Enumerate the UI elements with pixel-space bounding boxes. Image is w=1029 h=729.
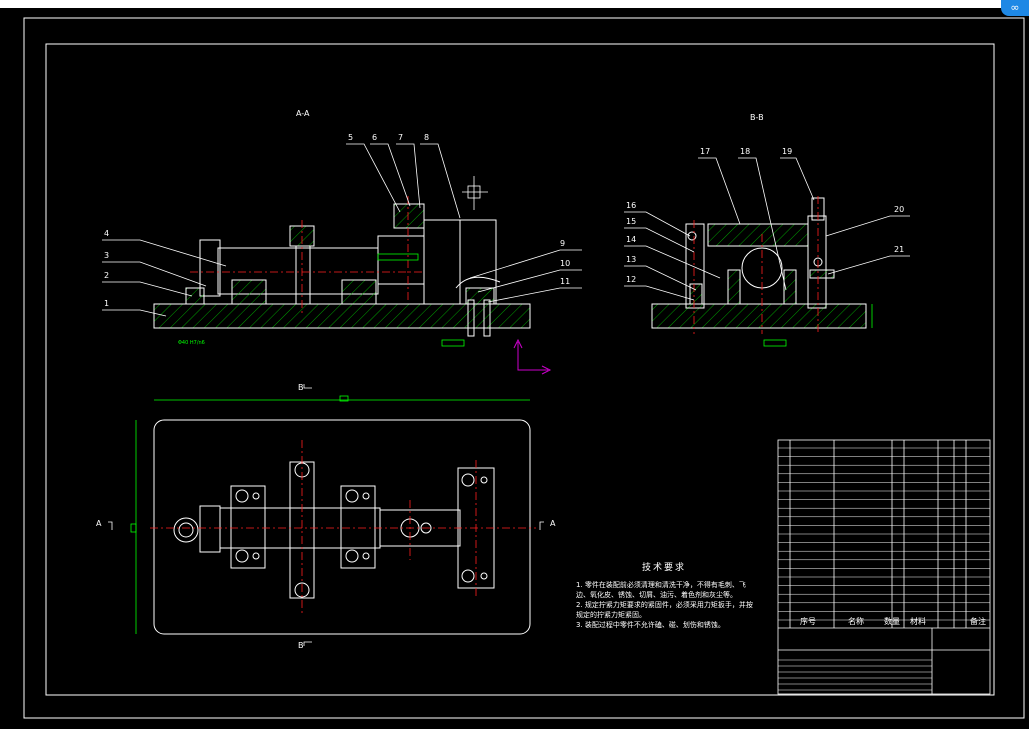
section-a-title: A-A	[296, 109, 310, 118]
view-arrow-left: A	[96, 519, 102, 528]
callout-13: 13	[626, 255, 636, 264]
callout-11: 11	[560, 277, 570, 286]
tech-requirements-title: 技术要求	[642, 563, 687, 573]
dim-text: Φ40 H7/n6	[178, 340, 205, 346]
plan-view: B B A A	[96, 383, 556, 650]
col-qty: 数量	[884, 616, 900, 626]
section-b-title: B-B	[750, 113, 764, 122]
tech-line-3: 3. 装配过程中零件不允许磕、碰、划伤和锈蚀。	[576, 621, 725, 629]
callout-7: 7	[398, 133, 403, 142]
callout-4: 4	[104, 229, 109, 238]
section-b-view: B-B 17 18 19 16 15 14 13 12 20 21	[624, 113, 910, 347]
callout-15: 15	[626, 217, 636, 226]
tech-line-2: 2. 规定拧紧力矩要求的紧固件，必须采用力矩扳手，并按规定的拧紧力矩紧固。	[576, 601, 753, 619]
callout-20: 20	[894, 205, 904, 214]
view-arrow-bottom: B	[298, 641, 304, 650]
plan-base-outline	[153, 419, 531, 635]
cad-drawing: A-A Φ40 H7/n6 4 3 2 1 5 6 7 8 9 10 11 B-…	[23, 17, 1025, 719]
callout-17: 17	[700, 147, 710, 156]
callout-6: 6	[372, 133, 377, 142]
callout-19: 19	[782, 147, 792, 156]
view-arrow-right: A	[550, 519, 556, 528]
section-a-view: A-A Φ40 H7/n6 4 3 2 1 5 6 7 8 9 10 11	[102, 109, 582, 375]
callout-14: 14	[626, 235, 636, 244]
pressure-plate	[707, 223, 809, 247]
side-base-plate	[651, 303, 867, 329]
callout-1: 1	[104, 299, 109, 308]
col-name: 名称	[848, 616, 864, 626]
tech-line-1: 1. 零件在装配前必须清理和清洗干净，不得有毛刺、飞边、氧化皮、锈蚀、切屑、油污…	[576, 581, 746, 599]
callout-10: 10	[560, 259, 570, 268]
callout-16: 16	[626, 201, 636, 210]
callout-12: 12	[626, 275, 636, 284]
ucs-axis-icon	[517, 342, 548, 371]
col-material: 材料	[910, 616, 926, 626]
callout-5: 5	[348, 133, 353, 142]
callout-18: 18	[740, 147, 750, 156]
view-arrow-top: B	[298, 383, 304, 392]
callout-8: 8	[424, 133, 429, 142]
callout-2: 2	[104, 271, 109, 280]
callout-9: 9	[560, 239, 565, 248]
callout-3: 3	[104, 251, 109, 260]
col-note: 备注	[970, 616, 986, 626]
callout-21: 21	[894, 245, 904, 254]
col-no: 序号	[800, 616, 816, 626]
tech-requirements-list: 1. 零件在装配前必须清理和清洗干净，不得有毛刺、飞边、氧化皮、锈蚀、切屑、油污…	[576, 580, 756, 630]
outer-border	[23, 17, 1025, 719]
parts-list-table	[777, 439, 991, 695]
parts-list-rows	[778, 447, 990, 691]
